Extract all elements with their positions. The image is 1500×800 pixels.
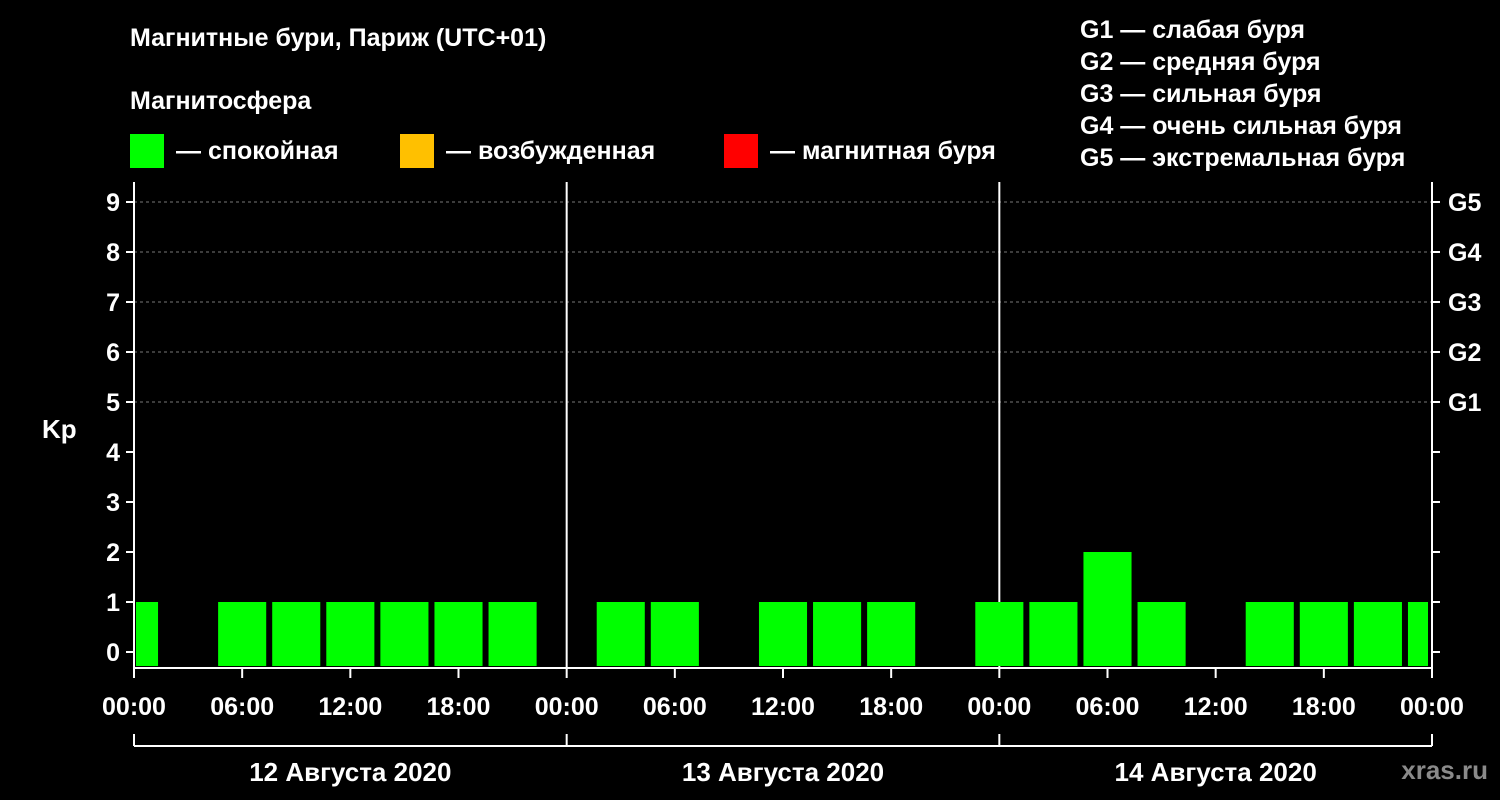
y-tick-label: 5 [106,389,120,417]
site-watermark: xras.ru [1401,755,1488,785]
x-tick-label: 00:00 [102,693,166,721]
x-tick-label: 00:00 [1400,693,1464,721]
kp-bar [1137,602,1186,666]
kp-bar [380,602,429,666]
day-label: 13 Августа 2020 [682,757,884,787]
x-tick-label: 12:00 [318,693,382,721]
kp-bar [326,602,375,666]
y-axis-label: Kp [42,414,77,444]
kp-bar [136,602,159,666]
x-tick-label: 18:00 [427,693,491,721]
y-tick-label: 7 [106,289,120,317]
kp-bar [272,602,321,666]
right-tick-label-g4: G4 [1448,239,1481,267]
kp-bar [1407,602,1428,666]
kp-bar [1029,602,1078,666]
day-label: 12 Августа 2020 [249,757,451,787]
kp-bar [596,602,645,666]
y-tick-label: 2 [106,539,120,567]
x-tick-label: 18:00 [859,693,923,721]
kp-bar [975,602,1024,666]
kp-bar [1299,602,1348,666]
kp-bar [758,602,808,666]
y-tick-label: 1 [106,589,120,617]
x-tick-label: 06:00 [643,693,707,721]
y-tick-label: 3 [106,489,120,517]
kp-bar [813,602,862,666]
x-tick-label: 18:00 [1292,693,1356,721]
y-tick-label: 8 [106,239,120,267]
x-tick-label: 00:00 [535,693,599,721]
right-tick-label-g1: G1 [1448,389,1481,417]
x-tick-label: 12:00 [1184,693,1248,721]
kp-bar [867,602,916,666]
right-tick-label-g3: G3 [1448,289,1481,317]
y-tick-label: 9 [106,189,120,217]
kp-bar [218,602,267,666]
y-tick-label: 6 [106,339,120,367]
x-tick-label: 06:00 [1076,693,1140,721]
kp-bar [1245,602,1294,666]
kp-bar [488,602,537,666]
right-tick-label-g5: G5 [1448,189,1481,217]
y-tick-label: 0 [106,639,120,667]
kp-bar-chart: 0 1 2 3 4 5 6 7 8 9 G1 G2 G3 G4 G5 Kp 00:00 06:00 12:00 18:… [42,182,1481,787]
kp-bar [434,602,483,666]
right-tick-label-g2: G2 [1448,339,1481,367]
x-tick-label: 12:00 [751,693,815,721]
day-label: 14 Августа 2020 [1115,757,1317,787]
kp-bar [650,602,699,666]
x-tick-label: 00:00 [967,693,1031,721]
x-tick-label: 06:00 [210,693,274,721]
kp-bar [1083,552,1132,666]
kp-bar [1353,602,1402,666]
y-tick-label: 4 [106,439,120,467]
